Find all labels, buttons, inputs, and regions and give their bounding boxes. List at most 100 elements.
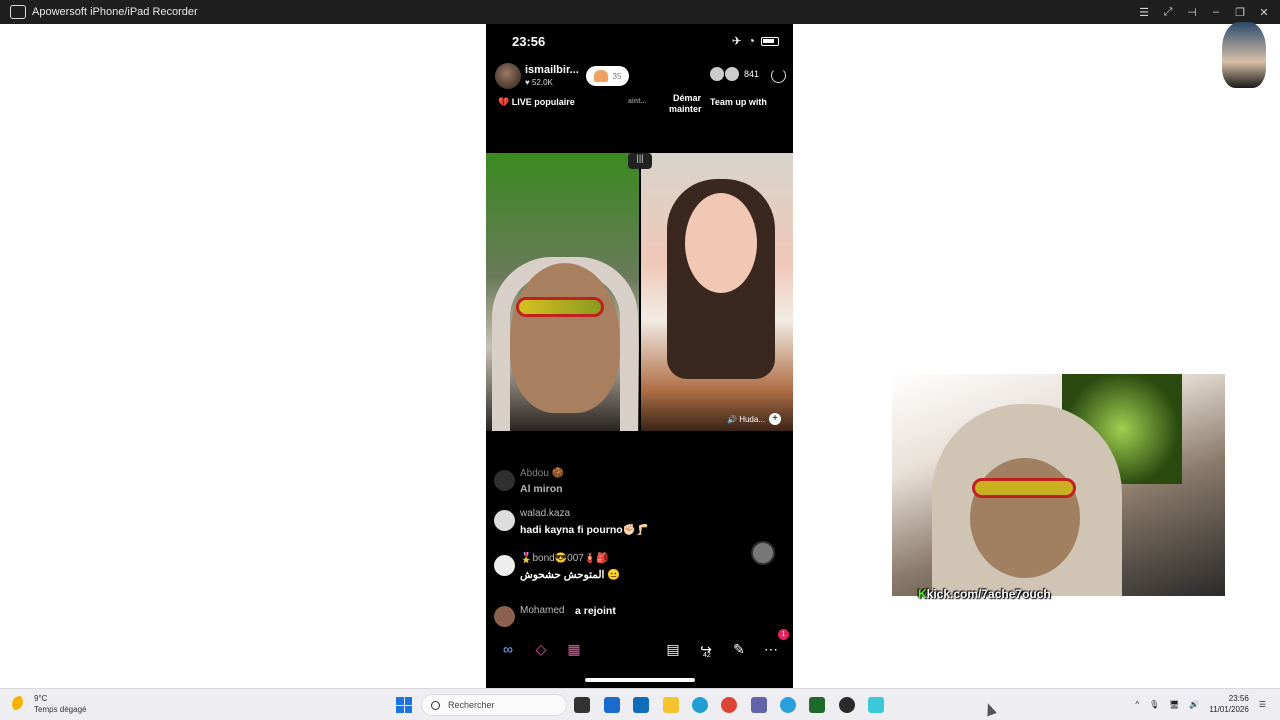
streamer-logo (1222, 22, 1266, 88)
airplane-icon: ✈ (731, 34, 742, 48)
clock[interactable]: 23:56 11/01/2026 (1209, 693, 1248, 715)
volume-icon[interactable]: 🔊 (1189, 700, 1199, 709)
status-icons: ✈ ◔ (732, 34, 779, 48)
host-likes: ♥ 52.0K (525, 78, 553, 87)
home-indicator[interactable] (585, 678, 695, 682)
battery-icon (761, 36, 779, 46)
chrome-icon[interactable] (721, 697, 737, 713)
live-popular-banner[interactable]: 💔 LIVE populaire (498, 97, 575, 108)
guest-tag[interactable]: 🔊 Huda... + (727, 413, 781, 425)
comment-user[interactable]: walad.kaza (520, 508, 570, 519)
start-icon[interactable] (396, 697, 412, 713)
weather-temp: 9°C (34, 694, 48, 703)
list-icon[interactable]: ☰ (1134, 2, 1154, 22)
viewer-list[interactable]: 841 (708, 66, 759, 82)
heart-icon (593, 70, 608, 82)
recorder-app-icon (10, 5, 26, 19)
status-time: 23:56 (512, 34, 546, 49)
windows-taskbar: 9°C Temps dégagé Rechercher ^ 🎙 🖥 🔊 23:5… (0, 688, 1280, 720)
comment-avatar[interactable] (494, 606, 515, 627)
comment-text: a rejoint (575, 605, 616, 617)
expand-icon[interactable]: ⤢ (1158, 2, 1178, 22)
search-placeholder: Rechercher (448, 700, 495, 710)
apps-icon[interactable]: ▦ (563, 638, 585, 660)
follow-button[interactable]: 35 (586, 66, 629, 86)
split-handle[interactable]: ||| (628, 153, 652, 169)
kick-app-icon[interactable] (809, 697, 825, 713)
notification-badge: 1 (778, 629, 789, 640)
comment-user[interactable]: 🎖️bond😎007🧯🎒 (520, 553, 609, 564)
clip-icon[interactable]: ▤ (662, 638, 684, 660)
share-count: 42 (703, 652, 711, 659)
obs-icon[interactable] (839, 697, 855, 713)
guest-camera[interactable]: 🔊 Huda... + (641, 153, 793, 431)
wifi-icon: ◔ (747, 34, 755, 48)
phone-screen: 23:56 ✈ ◔ ismailbir... ♥ 52.0K 35 841 💔 … (486, 24, 793, 688)
window-titlebar: Apowersoft iPhone/iPad Recorder ☰ ⤢ ⊣ – … (0, 0, 1280, 24)
comment-avatar[interactable] (494, 555, 515, 576)
taskbar-search[interactable]: Rechercher (421, 694, 567, 716)
start-now-banner-l1[interactable]: Démar (673, 93, 701, 103)
link-icon[interactable]: ◇ (530, 638, 552, 660)
kick-logo-icon: K (918, 587, 927, 601)
chevron-up-icon[interactable]: ^ (1135, 700, 1139, 709)
kick-url-overlay: Kkick.com/7ache7ouch (918, 587, 1051, 601)
task-view-icon[interactable] (574, 697, 590, 713)
edge-icon[interactable] (692, 697, 708, 713)
status-bar: 23:56 ✈ ◔ (486, 24, 793, 58)
start-now-banner-l2[interactable]: mainter (669, 104, 702, 114)
viewer-avatar (708, 66, 725, 82)
guest-label: 🔊 Huda... (727, 414, 765, 424)
minimize-icon[interactable]: – (1206, 2, 1226, 22)
comment-avatar[interactable] (494, 510, 515, 531)
close-icon[interactable]: ✕ (1254, 2, 1274, 22)
notification-icon[interactable]: ☰ (1259, 700, 1266, 709)
kick-url-text: kick.com/7ache7ouch (926, 587, 1051, 601)
file-explorer-icon[interactable] (663, 697, 679, 713)
moon-icon (12, 696, 28, 712)
multi-guest-icon[interactable]: ∞ (497, 638, 519, 660)
follow-count: 35 (612, 71, 622, 81)
host-face (510, 263, 620, 413)
weather-desc: Temps dégagé (34, 705, 87, 714)
host-avatar[interactable] (495, 63, 521, 89)
recorder-taskbar-icon[interactable] (868, 697, 884, 713)
restore-icon[interactable]: ❐ (1230, 2, 1250, 22)
comment-text: المتوحش حشحوش 😐 (520, 569, 621, 581)
window-controls: ☰ ⤢ ⊣ – ❐ ✕ (1134, 0, 1274, 24)
viewer-count: 841 (743, 69, 759, 79)
comment-user[interactable]: Abdou 🍪 (520, 468, 564, 479)
clock-date: 11/01/2026 (1209, 705, 1249, 714)
window-title: Apowersoft iPhone/iPad Recorder (32, 6, 198, 18)
host-camera[interactable] (486, 153, 639, 431)
live-banners: 💔 LIVE populaire aint... Démar mainter T… (498, 93, 788, 116)
host-name: ismailbir... (525, 64, 579, 76)
streamer-webcam (892, 374, 1225, 596)
more-icon[interactable]: ⋯ (760, 638, 782, 660)
power-icon[interactable] (771, 68, 786, 83)
weather-text: 9°C Temps dégagé (34, 693, 86, 715)
live-split-view: 🔊 Huda... + ||| (486, 153, 793, 431)
comment-text: Al miron (520, 483, 563, 495)
webcam-glasses (972, 478, 1076, 498)
comment-avatar[interactable] (494, 470, 515, 491)
weather-widget[interactable]: 9°C Temps dégagé (12, 693, 86, 715)
store-icon[interactable] (604, 697, 620, 713)
faded-banner: aint... (628, 98, 647, 105)
teams-icon[interactable] (751, 697, 767, 713)
edit-icon[interactable]: ✎ (728, 638, 750, 660)
outlook-icon[interactable] (633, 697, 649, 713)
pin-icon[interactable]: ⊣ (1182, 2, 1202, 22)
telegram-icon[interactable] (780, 697, 796, 713)
search-icon (431, 700, 440, 710)
live-toolbar: ∞ ◇ ▦ ▤ ↪ 42 ✎ ⋯ (486, 634, 793, 664)
microphone-icon[interactable]: 🎙 (1149, 700, 1159, 709)
webcam-face (970, 458, 1080, 578)
guest-face (685, 193, 757, 293)
add-guest-icon[interactable]: + (769, 413, 781, 425)
system-tray: ^ 🎙 🖥 🔊 23:56 11/01/2026 ☰ (1135, 693, 1266, 715)
record-button[interactable] (751, 541, 775, 565)
network-icon[interactable]: 🖥 (1169, 700, 1179, 709)
comment-user[interactable]: Mohamed (520, 605, 564, 616)
team-up-banner[interactable]: Team up with (710, 97, 767, 107)
